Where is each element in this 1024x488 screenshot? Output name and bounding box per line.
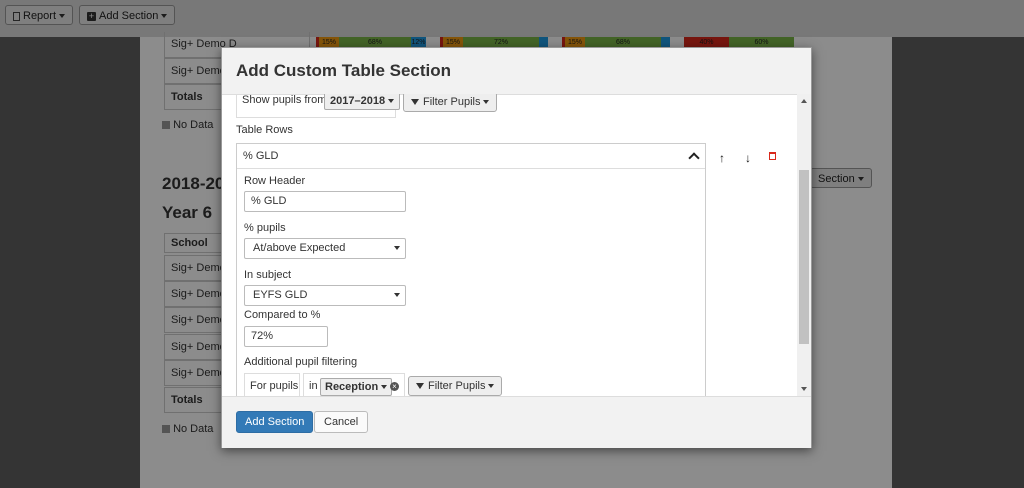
table-row-panel: % GLD Row Header % GLD % pupils At/above… [236, 143, 706, 396]
in-subject-select[interactable]: EYFS GLD [244, 285, 406, 306]
for-pupils-box: For pupils [244, 373, 300, 396]
year-select-value: 2017–2018 [330, 95, 386, 107]
move-down-icon[interactable]: ↓ [743, 152, 753, 164]
chevron-down-icon [488, 384, 495, 389]
move-up-icon[interactable]: ↑ [717, 152, 727, 164]
pct-pupils-select[interactable]: At/above Expected [244, 238, 406, 259]
compared-to-label: Compared to % [244, 309, 321, 321]
in-subject-value: EYFS GLD [253, 289, 308, 301]
scroll-down-icon[interactable] [801, 387, 807, 391]
filter-icon [416, 383, 424, 390]
chevron-down-icon [388, 99, 395, 104]
pct-pupils-value: At/above Expected [253, 242, 346, 254]
show-pupils-from-label: Show pupils from [242, 94, 327, 106]
chevron-down-icon [394, 246, 400, 250]
filter-pupils-label: Filter Pupils [428, 380, 486, 392]
reception-value: Reception [325, 381, 379, 393]
filter-icon [411, 99, 419, 106]
reception-select[interactable]: Reception [320, 378, 393, 396]
in-subject-label: In subject [244, 269, 292, 281]
compared-to-input[interactable]: 72% [244, 326, 328, 347]
filter-pupils-button[interactable]: Filter Pupils [403, 94, 498, 112]
modal-footer: Add Section Cancel [222, 396, 811, 448]
row-filter-pupils-button[interactable]: Filter Pupils [408, 376, 503, 396]
scroll-up-icon[interactable] [801, 99, 807, 103]
additional-filter-label: Additional pupil filtering [244, 356, 358, 368]
add-custom-table-section-dialog: Add Custom Table Section Show pupils fro… [221, 47, 812, 448]
for-pupils-label: For pupils [250, 380, 299, 392]
chevron-down-icon [394, 293, 400, 297]
modal-header: Add Custom Table Section [222, 48, 811, 95]
scrollbar-thumb[interactable] [799, 170, 809, 344]
modal-body: Show pupils from 2017–2018 Filter Pupils… [222, 94, 811, 396]
filter-pupils-label: Filter Pupils [423, 96, 481, 108]
cancel-button[interactable]: Cancel [314, 411, 369, 433]
modal-scrollbar[interactable] [797, 94, 811, 396]
in-filter-box: in Reception × [303, 373, 405, 396]
in-label: in [309, 380, 318, 392]
collapse-chevron-up-icon[interactable] [688, 152, 700, 164]
remove-circle-icon[interactable]: × [390, 382, 399, 391]
chevron-down-icon [381, 385, 388, 390]
trash-icon[interactable] [769, 152, 776, 160]
modal-title: Add Custom Table Section [236, 61, 452, 80]
pct-pupils-label: % pupils [244, 222, 286, 234]
row-header-label: Row Header [244, 175, 306, 187]
row-header-input[interactable]: % GLD [244, 191, 406, 212]
table-rows-label: Table Rows [236, 124, 293, 136]
chevron-down-icon [483, 100, 490, 105]
row-title: % GLD [243, 150, 279, 162]
divider [237, 168, 705, 169]
add-section-button[interactable]: Add Section [236, 411, 314, 433]
year-select[interactable]: 2017–2018 [324, 94, 401, 110]
